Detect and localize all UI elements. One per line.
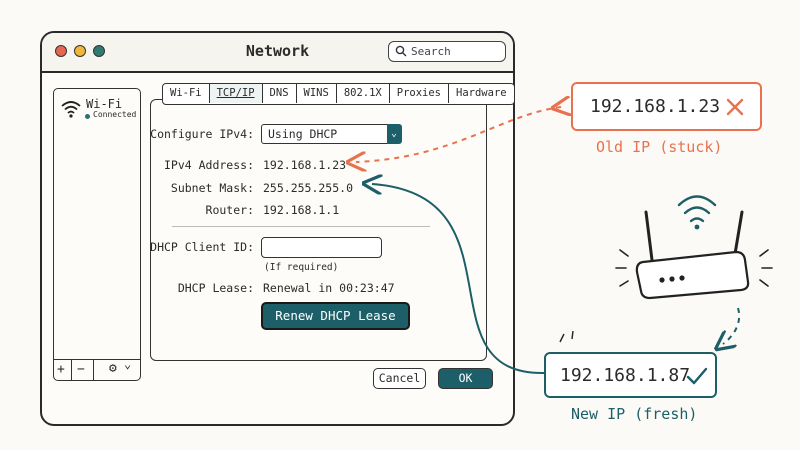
- new-ip-arrow: [372, 184, 545, 375]
- annotation-arrows: [0, 0, 741, 375]
- old-ip-arrow: [356, 107, 561, 162]
- router-to-new-ip-arrow: [723, 307, 741, 344]
